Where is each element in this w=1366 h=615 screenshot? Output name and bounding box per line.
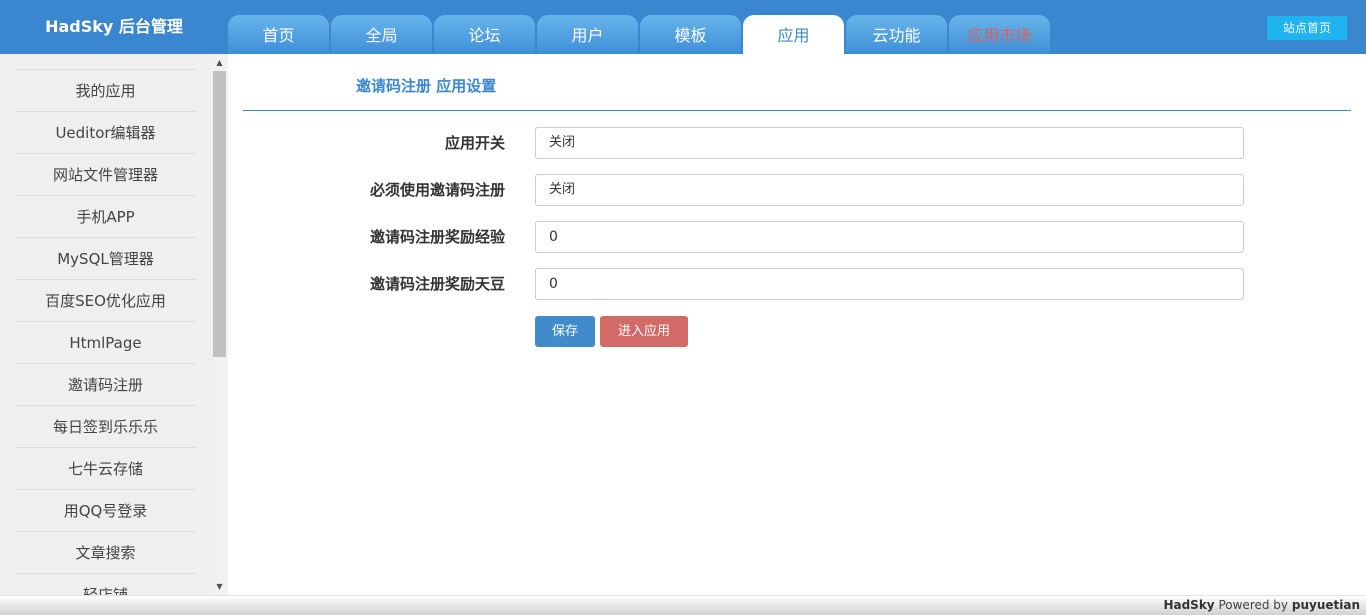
require-invite-select[interactable]: 关闭 bbox=[535, 174, 1244, 206]
scroll-up-arrow-icon[interactable]: ▲ bbox=[211, 54, 228, 71]
sidebar-item-article-search[interactable]: 文章搜索 bbox=[15, 531, 196, 573]
footer-author: puyuetian bbox=[1291, 598, 1360, 612]
sidebar-item-my-apps[interactable]: 我的应用 bbox=[15, 69, 196, 111]
sidebar-item-ueditor[interactable]: Ueditor编辑器 bbox=[15, 111, 196, 153]
enter-app-button[interactable]: 进入应用 bbox=[600, 316, 688, 347]
sidebar-item-mobile-app[interactable]: 手机APP bbox=[15, 195, 196, 237]
footer-brand: HadSky bbox=[1163, 598, 1215, 612]
scroll-down-arrow-icon[interactable]: ▼ bbox=[211, 578, 228, 595]
sidebar-item-qq-login[interactable]: 用QQ号登录 bbox=[15, 489, 196, 531]
scrollbar-thumb[interactable] bbox=[213, 71, 226, 357]
sidebar-item-baidu-seo[interactable]: 百度SEO优化应用 bbox=[15, 279, 196, 321]
footer-powered-by: Powered by bbox=[1218, 598, 1289, 612]
sidebar-item-htmlpage[interactable]: HtmlPage bbox=[15, 321, 196, 363]
form-row-reward-exp: 邀请码注册奖励经验 0 bbox=[228, 221, 1366, 253]
tab-global[interactable]: 全局 bbox=[331, 15, 432, 54]
require-invite-label: 必须使用邀请码注册 bbox=[369, 181, 505, 199]
site-home-button[interactable]: 站点首页 bbox=[1267, 16, 1347, 40]
tab-cloud[interactable]: 云功能 bbox=[846, 15, 947, 54]
tab-users[interactable]: 用户 bbox=[537, 15, 638, 54]
tab-templates[interactable]: 模板 bbox=[640, 15, 741, 54]
form-row-reward-beans: 邀请码注册奖励天豆 0 bbox=[228, 268, 1366, 300]
sidebar: 我的应用 Ueditor编辑器 网站文件管理器 手机APP MySQL管理器 百… bbox=[0, 54, 228, 595]
save-button[interactable]: 保存 bbox=[535, 316, 595, 347]
reward-exp-label: 邀请码注册奖励经验 bbox=[369, 228, 505, 246]
app-switch-label: 应用开关 bbox=[444, 134, 505, 152]
top-bar: HadSky 后台管理 首页 全局 论坛 用户 模板 应用 云功能 应用市场 站… bbox=[0, 0, 1366, 54]
sidebar-item-qiniu-storage[interactable]: 七牛云存储 bbox=[15, 447, 196, 489]
title-divider bbox=[243, 110, 1351, 111]
tab-apps[interactable]: 应用 bbox=[743, 15, 844, 54]
form-row-app-switch: 应用开关 关闭 bbox=[228, 127, 1366, 159]
sidebar-item-light-shop[interactable]: 轻店铺 bbox=[15, 573, 196, 595]
form-row-require-invite: 必须使用邀请码注册 关闭 bbox=[228, 174, 1366, 206]
footer-credit: HadSky Powered by puyuetian bbox=[1163, 598, 1360, 612]
page-title: 邀请码注册 应用设置 bbox=[356, 77, 497, 95]
sidebar-item-file-manager[interactable]: 网站文件管理器 bbox=[15, 153, 196, 195]
sidebar-list: 我的应用 Ueditor编辑器 网站文件管理器 手机APP MySQL管理器 百… bbox=[15, 69, 196, 595]
app-switch-select[interactable]: 关闭 bbox=[535, 127, 1244, 159]
tab-home[interactable]: 首页 bbox=[228, 15, 329, 54]
reward-beans-label: 邀请码注册奖励天豆 bbox=[369, 275, 505, 293]
reward-exp-input[interactable]: 0 bbox=[535, 221, 1244, 253]
sidebar-item-mysql-manager[interactable]: MySQL管理器 bbox=[15, 237, 196, 279]
brand-title: HadSky 后台管理 bbox=[45, 17, 183, 36]
sidebar-item-daily-checkin[interactable]: 每日签到乐乐乐 bbox=[15, 405, 196, 447]
sidebar-item-invite-register[interactable]: 邀请码注册 bbox=[15, 363, 196, 405]
tab-app-market[interactable]: 应用市场 bbox=[949, 15, 1050, 54]
footer: HadSky Powered by puyuetian bbox=[0, 595, 1366, 615]
tab-forum[interactable]: 论坛 bbox=[434, 15, 535, 54]
reward-beans-input[interactable]: 0 bbox=[535, 268, 1244, 300]
sidebar-scrollbar[interactable]: ▲ ▼ bbox=[211, 54, 228, 595]
main-nav-tabs: 首页 全局 论坛 用户 模板 应用 云功能 应用市场 bbox=[228, 15, 1052, 54]
main-content: 邀请码注册 应用设置 应用开关 关闭 必须使用邀请码注册 关闭 邀请码注册奖励经… bbox=[228, 54, 1366, 595]
